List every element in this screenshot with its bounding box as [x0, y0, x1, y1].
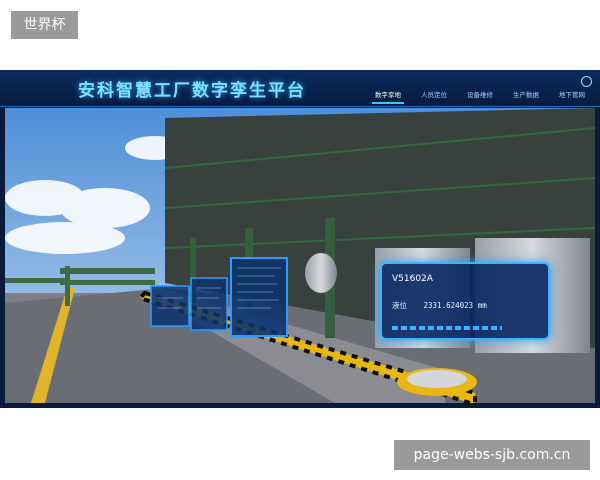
nav-tab-maintenance[interactable]: 设备维修	[464, 88, 496, 102]
card-decoration	[392, 326, 502, 330]
equipment-info-card[interactable]: V51602A 液位 2331.624023 mm	[380, 262, 550, 340]
dashboard-frame: 安科智慧工厂数字孪生平台 数字孪地 人员定位 设备维修 生产数据 地下管网 V5…	[0, 70, 600, 408]
nav-tab-personnel[interactable]: 人员定位	[418, 88, 450, 102]
metric-label: 液位	[392, 301, 407, 310]
nav-tab-pipeline[interactable]: 地下管网	[556, 88, 588, 102]
page-title: 安科智慧工厂数字孪生平台	[78, 81, 306, 101]
factory-scene	[5, 108, 595, 403]
nav-tab-digital-twin[interactable]: 数字孪地	[372, 88, 404, 104]
header-bar: 安科智慧工厂数字孪生平台 数字孪地 人员定位 设备维修 生产数据 地下管网	[0, 70, 600, 107]
metric-value: 2331.624023 mm	[423, 301, 487, 310]
window-menu-icon[interactable]	[581, 76, 592, 87]
equipment-metric: 液位 2331.624023 mm	[392, 300, 487, 311]
nav-tab-production[interactable]: 生产数据	[510, 88, 542, 102]
watermark-bottom-right: page-webs-sjb.com.cn	[394, 440, 590, 470]
watermark-top-left: 世界杯	[11, 11, 78, 39]
equipment-id: V51602A	[392, 274, 433, 284]
